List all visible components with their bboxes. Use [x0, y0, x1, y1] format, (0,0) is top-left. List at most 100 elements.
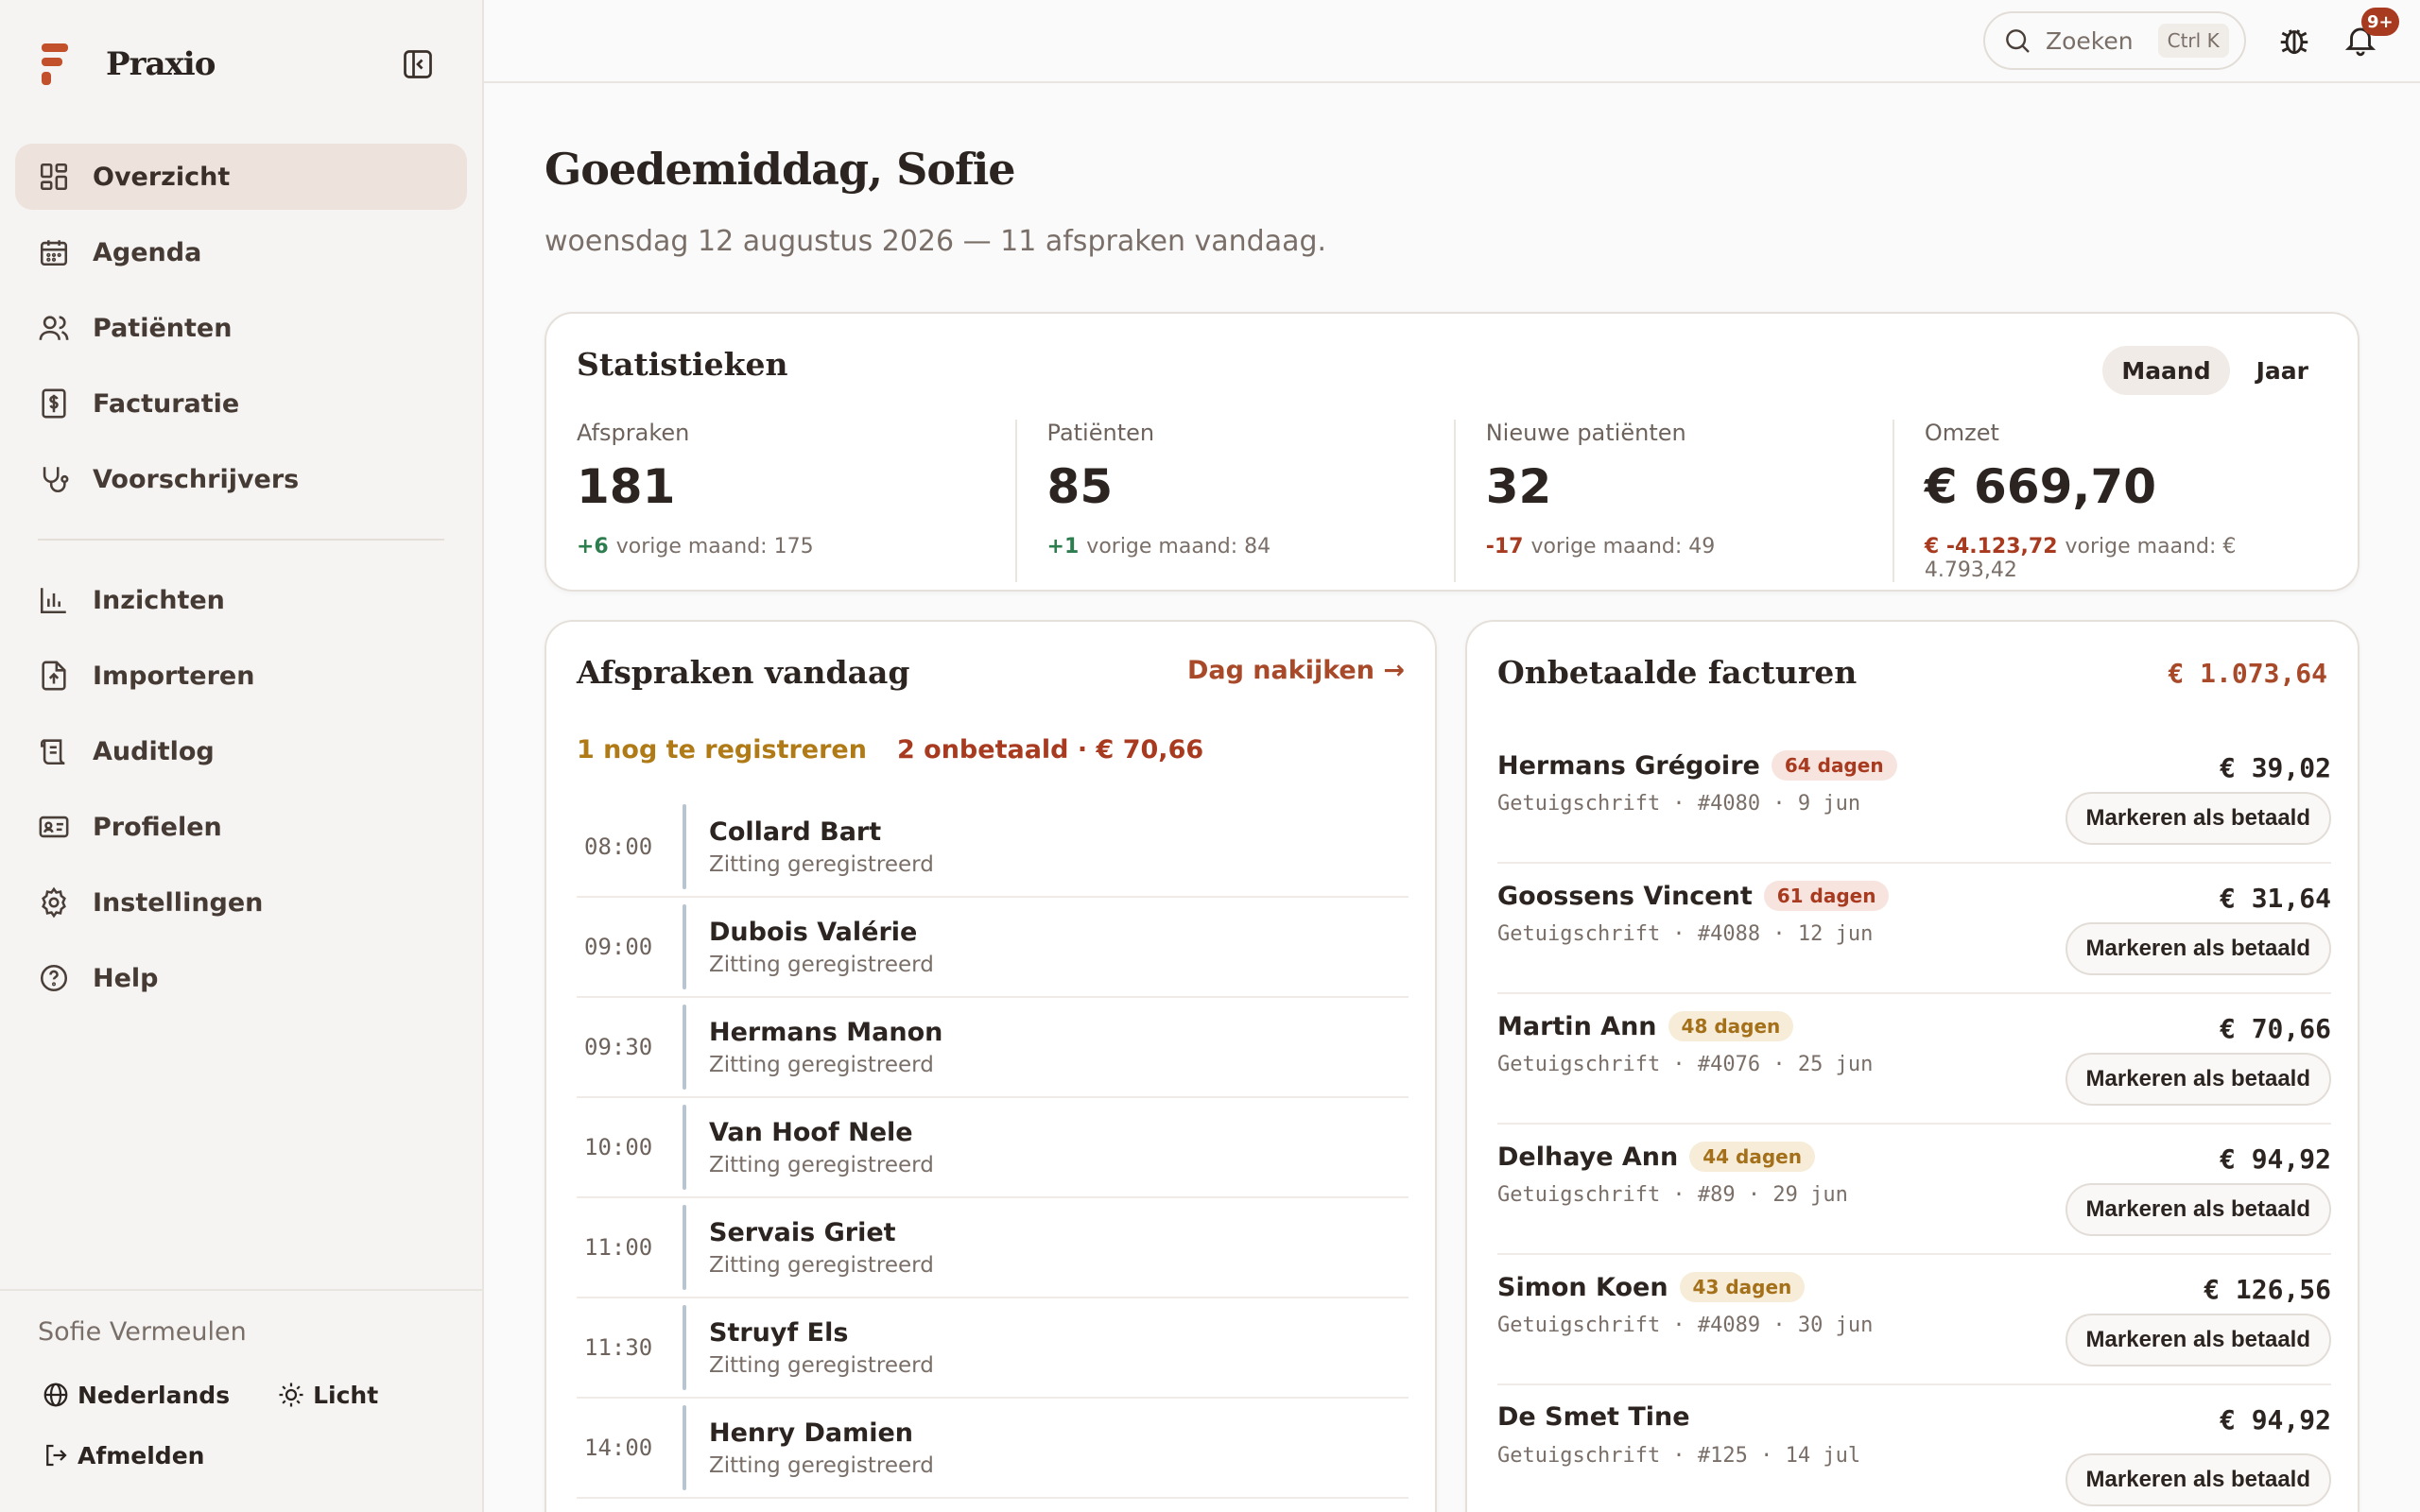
- log-icon: [40, 739, 65, 765]
- users-icon: [39, 316, 69, 340]
- sidebar-item-instellingen[interactable]: Instellingen: [15, 869, 467, 936]
- toggle-year[interactable]: Jaar: [2238, 346, 2327, 395]
- appointment-patient: Van Hoof Nele: [709, 1117, 913, 1147]
- to-register-link[interactable]: 1 nog te registreren: [577, 735, 867, 765]
- nav-divider: [38, 539, 444, 541]
- bug-icon[interactable]: [2276, 23, 2312, 59]
- appointment-row[interactable]: 08:00 Collard Bart Zitting geregistreerd: [577, 798, 1409, 898]
- appointment-status-bar: [683, 904, 686, 989]
- invoice-patient[interactable]: De Smet Tine: [1497, 1402, 1690, 1432]
- invoice-meta: Getuigschrift · #4080 · 9 jun: [1497, 792, 1861, 816]
- search-input[interactable]: Zoeken Ctrl K: [1983, 11, 2246, 70]
- invoice-patient[interactable]: Goossens Vincent: [1497, 882, 1753, 911]
- appointment-time: 11:30: [584, 1334, 653, 1361]
- brand[interactable]: Praxio: [38, 38, 216, 91]
- mark-paid-button[interactable]: Markeren als betaald: [2065, 922, 2331, 975]
- mark-paid-button[interactable]: Markeren als betaald: [2065, 1314, 2331, 1366]
- overdue-badge: 48 dagen: [1668, 1011, 1794, 1041]
- globe-icon: [43, 1383, 68, 1407]
- collapse-sidebar-icon[interactable]: [401, 47, 435, 81]
- appointment-patient: Hermans Manon: [709, 1017, 943, 1047]
- invoice-amount: € 126,56: [2204, 1274, 2331, 1305]
- invoice-patient[interactable]: Simon Koen: [1497, 1273, 1668, 1302]
- invoice-amount: € 39,02: [2219, 752, 2331, 783]
- sun-icon: [279, 1383, 303, 1407]
- appointment-row[interactable]: 11:30 Struyf Els Zitting geregistreerd: [577, 1298, 1409, 1399]
- appointment-status-bar: [683, 1005, 686, 1090]
- period-toggle: Maand Jaar: [2095, 346, 2327, 395]
- appointment-alerts: 1 nog te registreren 2 onbetaald · € 70,…: [577, 735, 1203, 765]
- stat-delta-row: € -4.123,72 vorige maand: € 4.793,42: [1925, 535, 2331, 582]
- stat-delta-row: +6 vorige maand: 175: [577, 535, 1015, 558]
- appointment-status-bar: [683, 1405, 686, 1490]
- invoice-patient[interactable]: Delhaye Ann: [1497, 1143, 1678, 1172]
- search-shortcut: Ctrl K: [2157, 24, 2229, 58]
- stat-delta: +6: [577, 535, 609, 558]
- file-import-icon: [42, 661, 66, 691]
- mark-paid-button[interactable]: Markeren als betaald: [2065, 792, 2331, 845]
- sidebar-item-inzichten[interactable]: Inzichten: [15, 567, 467, 633]
- invoice-amount: € 94,92: [2219, 1404, 2331, 1435]
- sidebar-item-label: Agenda: [93, 237, 202, 267]
- appointment-status-bar: [683, 1305, 686, 1390]
- stat-value: 85: [1046, 459, 1114, 514]
- sidebar-nav: Overzicht Agenda Patiënten Facturatie Vo…: [15, 144, 467, 1021]
- invoice-patient[interactable]: Hermans Grégoire: [1497, 751, 1760, 781]
- appointment-status: Zitting geregistreerd: [709, 1252, 934, 1278]
- stats-title: Statistieken: [577, 346, 788, 383]
- language-label: Nederlands: [78, 1381, 231, 1409]
- sidebar-item-importeren[interactable]: Importeren: [15, 643, 467, 709]
- sidebar-item-auditlog[interactable]: Auditlog: [15, 718, 467, 784]
- stat-value: € 669,70: [1924, 459, 2157, 514]
- theme-button[interactable]: Licht: [277, 1381, 378, 1409]
- review-day-link[interactable]: Dag nakijken →: [1187, 656, 1405, 685]
- stat-appointments: Afspraken 181 +6 vorige maand: 175: [577, 420, 1015, 582]
- sidebar-item-voorschrijvers[interactable]: Voorschrijvers: [15, 446, 467, 512]
- toggle-month[interactable]: Maand: [2102, 346, 2230, 395]
- sidebar-item-label: Facturatie: [93, 388, 240, 419]
- language-button[interactable]: Nederlands: [42, 1381, 230, 1409]
- sidebar-item-profielen[interactable]: Profielen: [15, 794, 467, 860]
- calendar-icon: [40, 240, 68, 266]
- invoice-row: De Smet Tine Getuigschrift · #125 · 14 j…: [1497, 1385, 2331, 1512]
- logout-button[interactable]: Afmelden: [42, 1441, 204, 1469]
- sidebar-item-label: Voorschrijvers: [93, 464, 300, 494]
- invoices-title: Onbetaalde facturen: [1497, 654, 1858, 691]
- invoice-row: Delhaye Ann 44 dagen Getuigschrift · #89 …: [1497, 1125, 2331, 1255]
- appointment-status: Zitting geregistreerd: [709, 851, 934, 877]
- sidebar-item-label: Instellingen: [93, 887, 264, 918]
- appointment-status-bar: [683, 1105, 686, 1190]
- sidebar-item-patienten[interactable]: Patiënten: [15, 295, 467, 361]
- appointment-time: 14:00: [584, 1435, 653, 1461]
- gear-icon: [42, 886, 66, 919]
- overdue-badge: 43 dagen: [1679, 1272, 1806, 1302]
- invoice-row: Hermans Grégoire 64 dagen Getuigschrift ·…: [1497, 733, 2331, 864]
- appointment-row[interactable]: 09:00 Dubois Valérie Zitting geregistreer…: [577, 898, 1409, 998]
- mark-paid-button[interactable]: Markeren als betaald: [2065, 1183, 2331, 1236]
- appointment-row[interactable]: 10:00 Van Hoof Nele Zitting geregistreerd: [577, 1098, 1409, 1198]
- appointment-row[interactable]: 09:30 Hermans Manon Zitting geregistreerd: [577, 998, 1409, 1098]
- invoice-row: Goossens Vincent 61 dagen Getuigschrift ·…: [1497, 864, 2331, 994]
- grid-icon: [40, 163, 68, 191]
- sidebar-item-help[interactable]: Help: [15, 945, 467, 1011]
- stat-label: Omzet: [1924, 420, 1999, 446]
- appointment-row[interactable]: 14:00 Henry Damien Zitting geregistreerd: [577, 1399, 1409, 1499]
- sidebar-item-overzicht[interactable]: Overzicht: [15, 144, 467, 210]
- help-icon: [40, 964, 68, 992]
- unpaid-link[interactable]: 2 onbetaald · € 70,66: [897, 735, 1203, 765]
- invoice-patient[interactable]: Martin Ann: [1497, 1012, 1657, 1041]
- sidebar-item-label: Patiënten: [93, 313, 233, 343]
- stat-grid: Afspraken 181 +6 vorige maand: 175 Patiën…: [577, 420, 2331, 582]
- stat-value: 181: [577, 459, 676, 514]
- sidebar-item-label: Help: [93, 963, 159, 993]
- invoice-amount: € 31,64: [2219, 883, 2331, 914]
- stat-previous: vorige maand: 175: [615, 535, 814, 558]
- mark-paid-button[interactable]: Markeren als betaald: [2065, 1453, 2331, 1506]
- invoice-meta: Getuigschrift · #4076 · 25 jun: [1497, 1053, 1874, 1076]
- sidebar-item-facturatie[interactable]: Facturatie: [15, 370, 467, 437]
- mark-paid-button[interactable]: Markeren als betaald: [2065, 1053, 2331, 1106]
- sidebar-item-agenda[interactable]: Agenda: [15, 219, 467, 285]
- invoice-list: Hermans Grégoire 64 dagen Getuigschrift ·…: [1497, 733, 2331, 1512]
- appointment-row[interactable]: 11:00 Servais Griet Zitting geregistreerd: [577, 1198, 1409, 1298]
- invoice-amount: € 94,92: [2219, 1143, 2331, 1175]
